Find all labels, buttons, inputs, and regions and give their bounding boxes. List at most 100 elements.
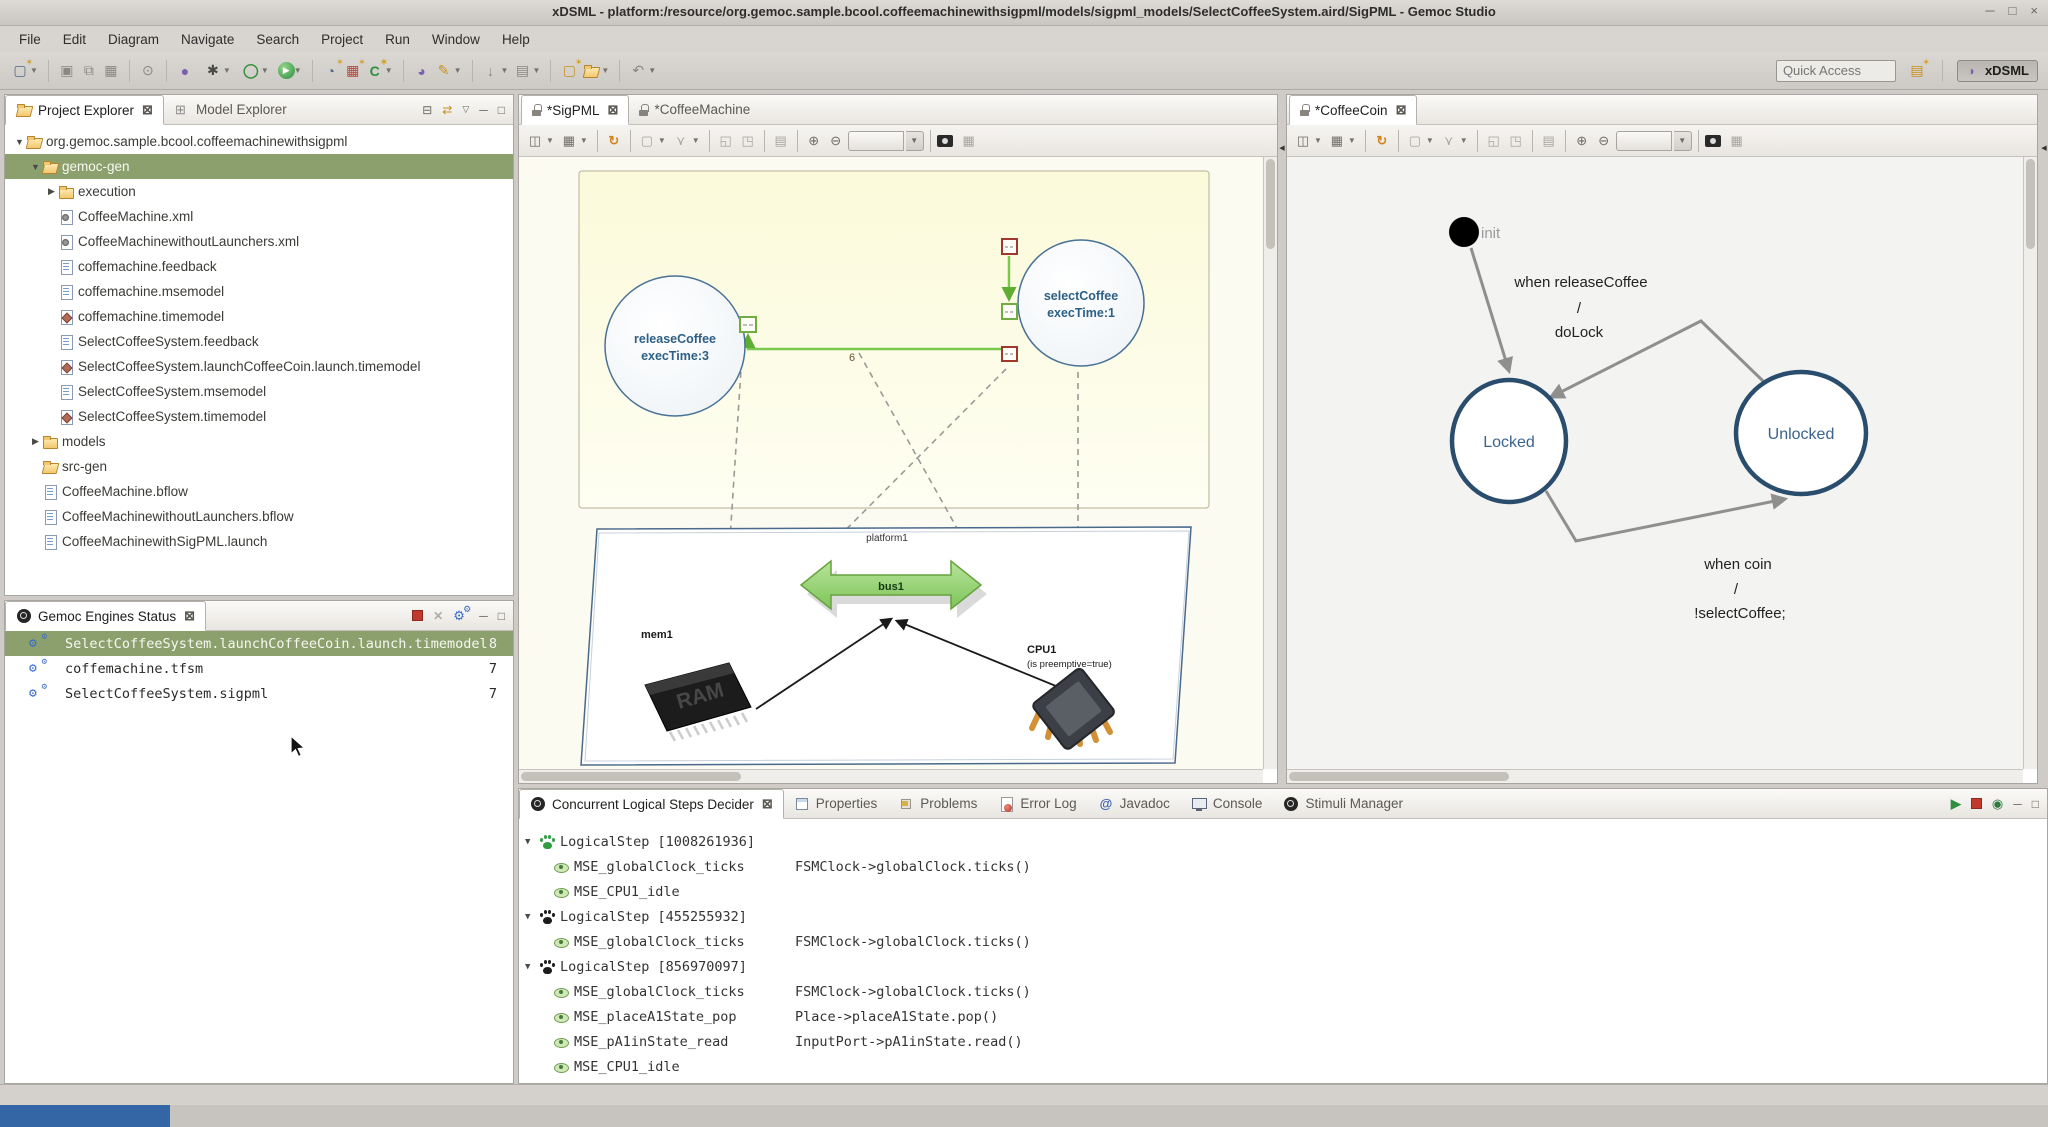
align-right-icon[interactable]: ◳ bbox=[738, 131, 758, 151]
dropdown-caret-icon[interactable]: ▼ bbox=[454, 66, 462, 75]
agent-node-releasecoffee[interactable] bbox=[605, 276, 745, 416]
save-icon[interactable]: ▣ bbox=[56, 60, 78, 82]
menu-item[interactable]: Project bbox=[312, 29, 372, 50]
tree-item[interactable]: CoffeeMachinewithoutLaunchers.bflow bbox=[5, 504, 513, 529]
save-all-icon[interactable]: ⧉ bbox=[78, 60, 100, 82]
tree-item[interactable]: coffemachine.msemodel bbox=[5, 279, 513, 304]
view-tab[interactable]: Console ⊠ bbox=[1181, 789, 1274, 818]
filters-icon[interactable]: ▦ bbox=[559, 131, 579, 151]
view-menu-icon[interactable]: ▽ bbox=[462, 104, 469, 115]
import-arrow-icon[interactable]: ↓ bbox=[480, 60, 502, 82]
dropdown-caret-icon[interactable]: ▼ bbox=[261, 66, 269, 75]
view-tab[interactable]: Concurrent Logical Steps Decider ⊠ bbox=[519, 789, 784, 819]
debug-sphere-icon[interactable]: ● bbox=[174, 60, 196, 82]
undo-icon[interactable]: ↶ bbox=[627, 60, 649, 82]
run-icon[interactable]: ▶ bbox=[278, 62, 295, 79]
minimize-window-icon[interactable]: ─ bbox=[1985, 3, 1994, 18]
close-tab-icon[interactable]: ⊠ bbox=[142, 102, 153, 118]
tree-item[interactable]: CoffeeMachinewithoutLaunchers.xml bbox=[5, 229, 513, 254]
layout-mode-icon[interactable]: ◫ bbox=[1293, 131, 1313, 151]
tree-item[interactable]: execution bbox=[5, 179, 513, 204]
tree-item[interactable]: coffemachine.timemodel bbox=[5, 304, 513, 329]
engine-row[interactable]: SelectCoffeeSystem.launchCoffeeCoin.laun… bbox=[5, 631, 513, 656]
maximize-window-icon[interactable]: □ bbox=[2009, 3, 2017, 18]
layout-mode-icon[interactable]: ◫ bbox=[525, 131, 545, 151]
logical-step-row[interactable]: MSE_globalClock_ticks FSMClock->globalCl… bbox=[519, 929, 2047, 954]
vertical-scrollbar[interactable] bbox=[2023, 157, 2037, 769]
menu-item[interactable]: Navigate bbox=[172, 29, 243, 50]
new-gold-icon[interactable]: ▢ bbox=[558, 60, 580, 82]
dropdown-caret-icon[interactable]: ▼ bbox=[648, 66, 656, 75]
engine-clock-icon[interactable]: ◔ bbox=[320, 60, 342, 82]
maximize-view-icon[interactable]: □ bbox=[2032, 797, 2039, 811]
quick-access-input[interactable] bbox=[1776, 60, 1896, 82]
agent-node-selectcoffee[interactable] bbox=[1018, 240, 1144, 366]
engines-status-tab[interactable]: Gemoc Engines Status ⊠ bbox=[5, 601, 206, 631]
tree-item[interactable]: SelectCoffeeSystem.msemodel bbox=[5, 379, 513, 404]
minimize-view-icon[interactable]: ─ bbox=[479, 103, 488, 117]
view-tab[interactable]: Stimuli Manager ⊠ bbox=[1273, 789, 1414, 818]
engine-status-icon[interactable]: ◉ bbox=[1992, 796, 2003, 812]
zoom-level-combo[interactable] bbox=[1616, 131, 1672, 151]
expander-icon[interactable] bbox=[29, 162, 42, 172]
tree-item[interactable]: CoffeeMachine.bflow bbox=[5, 479, 513, 504]
menu-item[interactable]: Diagram bbox=[99, 29, 168, 50]
close-tab-icon[interactable]: ⊠ bbox=[608, 102, 619, 118]
new-spark-icon[interactable]: ✱ bbox=[202, 60, 224, 82]
horizontal-scrollbar[interactable] bbox=[1287, 769, 2023, 783]
zoom-combo-caret-icon[interactable]: ▼ bbox=[906, 131, 924, 151]
logical-step-row[interactable]: MSE_CPU1_idle bbox=[519, 879, 2047, 904]
logical-step-row[interactable]: MSE_globalClock_ticks FSMClock->globalCl… bbox=[519, 854, 2047, 879]
table-icon[interactable]: ▤ bbox=[511, 60, 533, 82]
minimize-view-icon[interactable]: ─ bbox=[2013, 797, 2022, 811]
menu-item[interactable]: Help bbox=[493, 29, 539, 50]
minimize-view-icon[interactable]: ─ bbox=[479, 609, 488, 623]
new-wizard-icon[interactable]: ▢ bbox=[9, 60, 31, 82]
link-with-editor-icon[interactable]: ⇄ bbox=[442, 103, 452, 117]
distribute-icon[interactable]: ⋎ bbox=[1439, 131, 1459, 151]
dropdown-caret-icon[interactable]: ▼ bbox=[294, 66, 302, 75]
vertical-scrollbar[interactable] bbox=[1263, 157, 1277, 769]
menu-item[interactable]: Edit bbox=[54, 29, 95, 50]
tree-item[interactable]: CoffeeMachine.xml bbox=[5, 204, 513, 229]
zoom-out-icon[interactable]: ⊖ bbox=[1594, 131, 1614, 151]
refresh-icon[interactable]: ↻ bbox=[604, 131, 624, 151]
sigpml-canvas[interactable]: 6 releaseCoffee execTime:3 selectCoffee … bbox=[519, 157, 1263, 769]
paste-layout-icon[interactable]: ▢ bbox=[1405, 131, 1425, 151]
diagram-background[interactable] bbox=[1287, 157, 2023, 769]
open-perspective-icon[interactable]: ▤ bbox=[1906, 60, 1928, 82]
align-left-icon[interactable]: ◱ bbox=[1484, 131, 1504, 151]
tree-item[interactable]: SelectCoffeeSystem.timemodel bbox=[5, 404, 513, 429]
close-window-icon[interactable]: × bbox=[2030, 3, 2038, 18]
engine-row[interactable]: SelectCoffeeSystem.sigpml 7 bbox=[5, 681, 513, 706]
print-icon[interactable]: ▦ bbox=[100, 60, 122, 82]
collapse-left-icon[interactable]: ◀ bbox=[2041, 144, 2046, 784]
grid-icon[interactable]: ▦ bbox=[1727, 131, 1747, 151]
zoom-in-icon[interactable]: ⊕ bbox=[804, 131, 824, 151]
menu-item[interactable]: Search bbox=[247, 29, 308, 50]
align-right-icon[interactable]: ◳ bbox=[1506, 131, 1526, 151]
close-tab-icon[interactable]: ⊠ bbox=[184, 608, 195, 624]
output-port[interactable] bbox=[740, 317, 756, 332]
open-folder-icon[interactable] bbox=[580, 60, 602, 82]
logical-step-row[interactable]: MSE_globalClock_ticks FSMClock->globalCl… bbox=[519, 979, 2047, 1004]
tree-item[interactable]: SelectCoffeeSystem.feedback bbox=[5, 329, 513, 354]
view-tab[interactable]: Project Explorer ⊠ bbox=[5, 95, 164, 125]
engine-row[interactable]: coffemachine.tfsm 7 bbox=[5, 656, 513, 681]
align-left-icon[interactable]: ◱ bbox=[716, 131, 736, 151]
logical-step-row[interactable]: LogicalStep [856970097] bbox=[519, 954, 2047, 979]
zoom-combo-caret-icon[interactable]: ▼ bbox=[1674, 131, 1692, 151]
view-tab[interactable]: Error Log ⊠ bbox=[988, 789, 1087, 818]
search-icon[interactable]: ⊙ bbox=[137, 60, 159, 82]
clipboard-icon[interactable]: ▤ bbox=[771, 131, 791, 151]
logical-step-row[interactable]: MSE_placeA1State_pop Place->placeA1State… bbox=[519, 1004, 2047, 1029]
dropdown-caret-icon[interactable]: ▼ bbox=[501, 66, 509, 75]
expander-icon[interactable] bbox=[525, 912, 539, 922]
engine-box-icon[interactable]: ▦ bbox=[342, 60, 364, 82]
view-tab[interactable]: Model Explorer ⊠ bbox=[164, 95, 298, 124]
logical-step-row[interactable]: MSE_pA1inState_read InputPort->pA1inStat… bbox=[519, 1029, 2047, 1054]
editor-tab[interactable]: *CoffeeCoin ⊠ bbox=[1289, 95, 1417, 125]
close-tab-icon[interactable]: ⊠ bbox=[1396, 102, 1407, 118]
view-tab[interactable]: Problems ⊠ bbox=[888, 789, 988, 818]
expander-icon[interactable] bbox=[29, 436, 42, 447]
